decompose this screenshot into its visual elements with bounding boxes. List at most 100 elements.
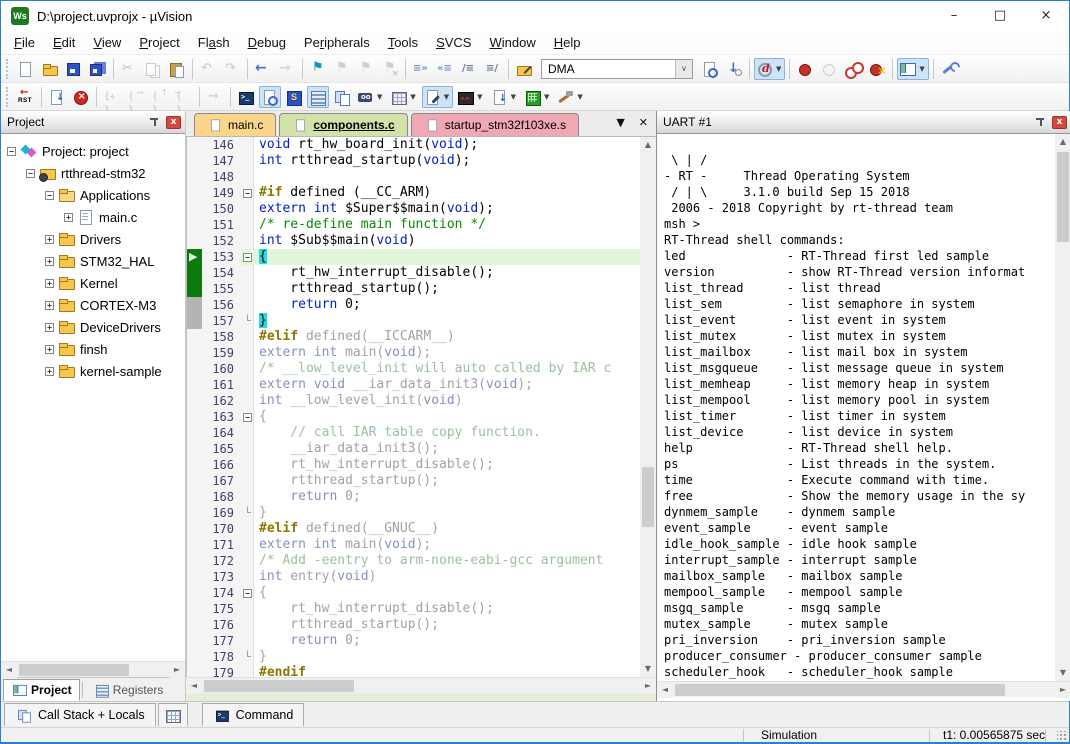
- copy-button[interactable]: [142, 58, 164, 80]
- code-line[interactable]: 166 rt_hw_interrupt_disable();: [187, 457, 656, 473]
- run-to-cursor-button[interactable]: [173, 86, 195, 108]
- tree-item-kernel[interactable]: +Kernel: [1, 272, 185, 294]
- tree-item-devicedrivers[interactable]: +DeviceDrivers: [1, 316, 185, 338]
- chevron-down-icon[interactable]: ▼: [442, 86, 451, 108]
- project-h-scrollbar[interactable]: ◄ ►: [1, 661, 185, 677]
- menu-svcs[interactable]: SVCS: [427, 31, 480, 55]
- fold-collapse-icon[interactable]: −: [243, 189, 252, 198]
- find-in-files-dialog-button[interactable]: [699, 58, 721, 80]
- scroll-left-icon[interactable]: ◄: [186, 678, 202, 694]
- window-layout-button[interactable]: ▼: [897, 58, 928, 80]
- bookmark-toggle-button[interactable]: [307, 58, 329, 80]
- fold-marker[interactable]: −: [241, 249, 254, 265]
- toolbox-button[interactable]: ▼: [555, 86, 586, 108]
- code-line[interactable]: 174−{: [187, 585, 656, 601]
- code-line[interactable]: 168 return 0;: [187, 489, 656, 505]
- maximize-button[interactable]: □: [977, 1, 1023, 31]
- scroll-up-icon[interactable]: ▲: [640, 137, 656, 153]
- code-area[interactable]: 146void rt_hw_board_init(void);147int rt…: [186, 137, 656, 677]
- indent-button[interactable]: [410, 58, 432, 80]
- find-in-files-button[interactable]: [513, 58, 535, 80]
- close-button[interactable]: ×: [1023, 1, 1069, 31]
- toolbar-grip[interactable]: [6, 59, 10, 79]
- editor-tab-main-c[interactable]: main.c: [194, 113, 276, 136]
- fold-marker[interactable]: −: [241, 185, 254, 201]
- code-line[interactable]: 175 rt_hw_interrupt_disable();: [187, 601, 656, 617]
- project-panel-close-icon[interactable]: x: [166, 116, 181, 129]
- navigate-forward-button[interactable]: [276, 58, 298, 80]
- uncomment-selection-button[interactable]: [482, 58, 504, 80]
- code-line[interactable]: 176 rtthread_startup();: [187, 617, 656, 633]
- code-line[interactable]: 164 // call IAR table copy function.: [187, 425, 656, 441]
- editor-h-scrollbar[interactable]: ◄ ►: [186, 677, 656, 693]
- scroll-right-icon[interactable]: ►: [640, 678, 656, 694]
- breakpoint-disable-button[interactable]: [818, 58, 840, 80]
- reset-cpu-button[interactable]: [15, 86, 37, 108]
- scroll-thumb[interactable]: [1057, 152, 1069, 242]
- chevron-down-icon[interactable]: ▼: [509, 86, 518, 108]
- editor-tab-components-c[interactable]: components.c: [279, 113, 407, 136]
- breakpoint-disable-all-button[interactable]: [842, 58, 864, 80]
- tree-item-kernel-sample[interactable]: +kernel-sample: [1, 360, 185, 382]
- tree-item-cortex-m3[interactable]: +CORTEX-M3: [1, 294, 185, 316]
- memory-map-button[interactable]: [158, 703, 188, 726]
- expand-icon[interactable]: +: [45, 323, 54, 332]
- editor-v-scrollbar[interactable]: ▲ ▼: [640, 137, 656, 677]
- scroll-thumb[interactable]: [642, 467, 654, 527]
- code-line[interactable]: 146void rt_hw_board_init(void);: [187, 137, 656, 153]
- fold-marker[interactable]: −: [241, 585, 254, 601]
- code-line[interactable]: 173int entry(void): [187, 569, 656, 585]
- lookup-definition-button[interactable]: ▼: [754, 58, 785, 80]
- chevron-down-icon[interactable]: ▼: [575, 86, 584, 108]
- code-line[interactable]: 155 rtthread_startup();: [187, 281, 656, 297]
- cut-button[interactable]: [118, 58, 140, 80]
- search-combo[interactable]: DMA∨: [541, 59, 693, 79]
- menu-debug[interactable]: Debug: [239, 31, 295, 55]
- command-tab[interactable]: Command: [202, 703, 305, 726]
- redo-button[interactable]: [221, 58, 243, 80]
- close-document-icon[interactable]: ✕: [639, 116, 648, 130]
- tree-item-main-c[interactable]: +main.c: [1, 206, 185, 228]
- code-line[interactable]: 161extern void __iar_data_init3(void);: [187, 377, 656, 393]
- scroll-down-icon[interactable]: ▼: [1055, 665, 1070, 681]
- code-line[interactable]: 147int rtthread_startup(void);: [187, 153, 656, 169]
- fold-collapse-icon[interactable]: −: [243, 589, 252, 598]
- scroll-right-icon[interactable]: ►: [1055, 682, 1070, 698]
- chevron-down-icon[interactable]: ▼: [408, 86, 417, 108]
- breakpoint-kill-all-button[interactable]: [866, 58, 888, 80]
- code-line[interactable]: 151/* re-define main function */: [187, 217, 656, 233]
- pin-icon[interactable]: [1035, 116, 1046, 129]
- uart-v-scrollbar[interactable]: ▲ ▼: [1055, 134, 1070, 681]
- pin-icon[interactable]: [149, 116, 160, 129]
- minimize-button[interactable]: –: [931, 1, 977, 31]
- tree-item-drivers[interactable]: +Drivers: [1, 228, 185, 250]
- chevron-down-icon[interactable]: ▼: [375, 86, 384, 108]
- toolbar-grip[interactable]: [6, 87, 10, 107]
- expand-icon[interactable]: −: [7, 147, 16, 156]
- expand-icon[interactable]: −: [26, 169, 35, 178]
- code-line[interactable]: 149−#if defined (__CC_ARM): [187, 185, 656, 201]
- chevron-down-icon[interactable]: ▼: [917, 58, 926, 80]
- tab-list-dropdown-icon[interactable]: ▼: [616, 116, 624, 130]
- expand-icon[interactable]: +: [45, 345, 54, 354]
- code-line[interactable]: 156 return 0;: [187, 297, 656, 313]
- menu-file[interactable]: File: [5, 31, 44, 55]
- menu-project[interactable]: Project: [130, 31, 188, 55]
- menu-tools[interactable]: Tools: [379, 31, 427, 55]
- tree-item-stm32-hal[interactable]: +STM32_HAL: [1, 250, 185, 272]
- analysis-windows-button[interactable]: ▼: [455, 86, 486, 108]
- menu-window[interactable]: Window: [480, 31, 544, 55]
- code-line[interactable]: 158#elif defined(__ICCARM__): [187, 329, 656, 345]
- fold-collapse-icon[interactable]: −: [243, 413, 252, 422]
- expand-icon[interactable]: +: [45, 367, 54, 376]
- disassembly-window-button[interactable]: [259, 86, 281, 108]
- code-line[interactable]: 148: [187, 169, 656, 185]
- tree-item-rtthread-stm32[interactable]: −rtthread-stm32: [1, 162, 185, 184]
- configure-button[interactable]: [938, 58, 960, 80]
- scroll-thumb[interactable]: [19, 664, 129, 676]
- trace-windows-button[interactable]: ▼: [489, 86, 520, 108]
- code-line[interactable]: 179#endif: [187, 665, 656, 677]
- code-line[interactable]: 165 __iar_data_init3();: [187, 441, 656, 457]
- scroll-left-icon[interactable]: ◄: [657, 682, 673, 698]
- uart-panel-close-icon[interactable]: x: [1052, 116, 1067, 129]
